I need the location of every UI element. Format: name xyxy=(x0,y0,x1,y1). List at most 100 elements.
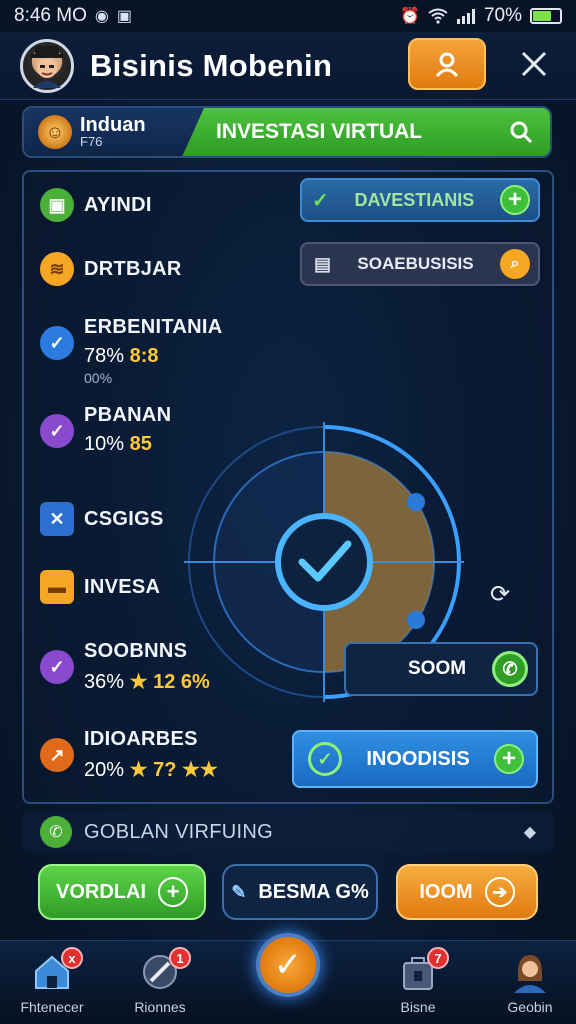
check-circle-icon: ✓ xyxy=(308,742,342,776)
bag-icon: 7 xyxy=(397,947,449,993)
button-label: VORDLAI xyxy=(56,880,146,903)
item-title: AYINDI xyxy=(84,194,152,216)
nav-item-bisne[interactable]: 7 Bisne xyxy=(370,947,466,1015)
item-value: 78% 8:8 xyxy=(84,345,223,368)
item-text: SOOBNNS 36% ★ 12 6% xyxy=(84,640,210,694)
item-text: PBANAN 10% 85 xyxy=(84,404,171,456)
app-header: Bisinis Mobenin xyxy=(0,32,576,100)
avatar-face-icon xyxy=(30,45,64,88)
nav-center-check-button[interactable]: ✓ xyxy=(256,933,320,997)
nav-label: Geobin xyxy=(507,999,553,1015)
banner-sub: F76 xyxy=(80,134,103,149)
item-sub: 00% xyxy=(84,370,113,386)
button-label: IOOM xyxy=(419,880,473,903)
ioom-button[interactable]: IOOM ➔ xyxy=(396,864,538,920)
item-title: DRTBJAR xyxy=(84,258,182,280)
plus-icon: + xyxy=(499,185,530,215)
plus-icon: + xyxy=(493,744,524,774)
wifi-icon xyxy=(428,8,448,24)
nav-badge: 1 xyxy=(169,947,191,969)
davestianis-button[interactable]: ✓ DAVESTIANIS + xyxy=(300,178,540,222)
item-percent: 78% xyxy=(84,345,125,367)
item-percent: 20% xyxy=(84,759,125,781)
item-value: 36% ★ 12 6% xyxy=(84,669,210,694)
soaebusisis-button[interactable]: ▤ SOAEBUSISIS ⌕ xyxy=(300,242,540,286)
banner-title: INVESTASI VIRTUAL xyxy=(216,120,423,143)
item-percent: 10% xyxy=(84,433,125,455)
user-icon xyxy=(435,52,459,78)
inoodisis-button[interactable]: ✓ INOODISIS + xyxy=(292,730,538,788)
signal-icon xyxy=(456,9,475,24)
item-text: INVESA xyxy=(84,570,160,599)
nav-label: Fhtenecer xyxy=(20,999,84,1015)
search-icon[interactable] xyxy=(508,119,534,145)
vordlai-button[interactable]: VORDLAI + xyxy=(38,864,206,920)
nav-item-profile[interactable]: Geobin xyxy=(482,951,576,1015)
soom-button[interactable]: SOOM ✆ xyxy=(344,642,538,696)
nav-label: Rionnes xyxy=(134,999,186,1015)
profile-button[interactable] xyxy=(408,38,486,90)
investment-banner[interactable]: ☺ Induan F76 INVESTASI VIRTUAL xyxy=(22,106,552,158)
button-label: INOODISIS xyxy=(366,747,470,770)
tools-icon: ✕ xyxy=(40,502,74,536)
besma-button[interactable]: ✎ BESMA G% xyxy=(222,864,378,920)
battery-fill xyxy=(533,11,552,21)
document-icon: ▤ xyxy=(314,253,332,274)
nav-item-rionnes[interactable]: 1 Rionnes xyxy=(112,947,208,1015)
nav-label: Bisne xyxy=(400,999,436,1015)
badge-icon: ☺ xyxy=(38,115,72,149)
folder-icon: ▬ xyxy=(40,570,74,604)
item-value: 10% 85 xyxy=(84,433,171,456)
list-item-idioarbes[interactable]: ↗ IDIOARBES 20% ★ 7? ★★ xyxy=(40,728,218,782)
list-item-invesa[interactable]: ▬ INVESA xyxy=(40,570,160,604)
item-accent: 85 xyxy=(129,433,152,455)
button-label: BESMA G% xyxy=(258,880,369,903)
close-button[interactable] xyxy=(514,44,554,84)
diamond-icon: ◆ xyxy=(523,824,536,841)
bottom-nav: x Fhtenecer 1 Rionnes ✓ 7 Bisne Geobin xyxy=(0,933,576,1024)
nav-badge: x xyxy=(61,947,83,969)
item-text: CSGIGS xyxy=(84,502,164,531)
banner-name: Induan xyxy=(80,114,146,136)
item-text: DRTBJAR xyxy=(84,252,182,281)
item-title: SOOBNNS xyxy=(84,640,188,662)
item-title: IDIOARBES xyxy=(84,728,198,750)
status-left: 8:46 MO ◉ ▣ xyxy=(14,5,132,27)
alarm-icon: ⏰ xyxy=(400,8,420,25)
list-item-ayindi[interactable]: ▣ AYINDI xyxy=(40,188,152,222)
refresh-icon[interactable]: ⟳ xyxy=(490,580,510,609)
profile-avatar-icon xyxy=(509,951,551,993)
list-item-pbanan[interactable]: ✓ PBANAN 10% 85 xyxy=(40,404,171,456)
item-accent: ★ 12 6% xyxy=(129,671,210,693)
button-label: SOAEBUSISIS xyxy=(357,254,474,273)
list-item-drtbjar[interactable]: ≋ DRTBJAR xyxy=(40,252,182,286)
cube-icon: ▣ xyxy=(40,188,74,222)
list-item-soobnns[interactable]: ✓ SOOBNNS 36% ★ 12 6% xyxy=(40,640,210,694)
item-title: PBANAN xyxy=(84,404,172,426)
status-right: ⏰ 70% xyxy=(400,5,562,27)
item-text: ERBENITANIA 78% 8:8 00% xyxy=(84,316,223,386)
banner-profile: ☺ Induan F76 xyxy=(24,108,204,156)
footer-label: GOBLAN VIRFUING xyxy=(84,820,273,843)
chart-check-icon: ✓ xyxy=(312,189,329,212)
status-time: 8:46 MO xyxy=(14,5,87,26)
phone-icon: ✆ xyxy=(492,651,528,687)
user-avatar[interactable] xyxy=(20,38,74,93)
list-item-csgigs[interactable]: ✕ CSGIGS xyxy=(40,502,164,536)
app-title: Bisinis Mobenin xyxy=(90,47,333,83)
item-title: INVESA xyxy=(84,576,161,598)
check-circle-icon: ✓ xyxy=(40,414,74,448)
plus-icon: + xyxy=(158,877,188,907)
item-value: 20% ★ 7? ★★ xyxy=(84,757,218,782)
home-icon: x xyxy=(31,947,83,993)
item-accent-text: 12 6% xyxy=(153,671,210,693)
item-text: AYINDI xyxy=(84,188,152,217)
button-label: SOOM xyxy=(408,658,467,679)
nav-item-home[interactable]: x Fhtenecer xyxy=(4,947,100,1015)
tools-nav-icon: 1 xyxy=(139,947,191,993)
chart-icon: ↗ xyxy=(40,738,74,772)
item-accent: 8:8 xyxy=(129,345,159,367)
list-item-erbenitania[interactable]: ✓ ERBENITANIA 78% 8:8 00% xyxy=(40,316,223,386)
footer-info-row[interactable]: ✆ GOBLAN VIRFUING ◆ xyxy=(22,812,554,852)
item-title: ERBENITANIA xyxy=(84,316,223,338)
